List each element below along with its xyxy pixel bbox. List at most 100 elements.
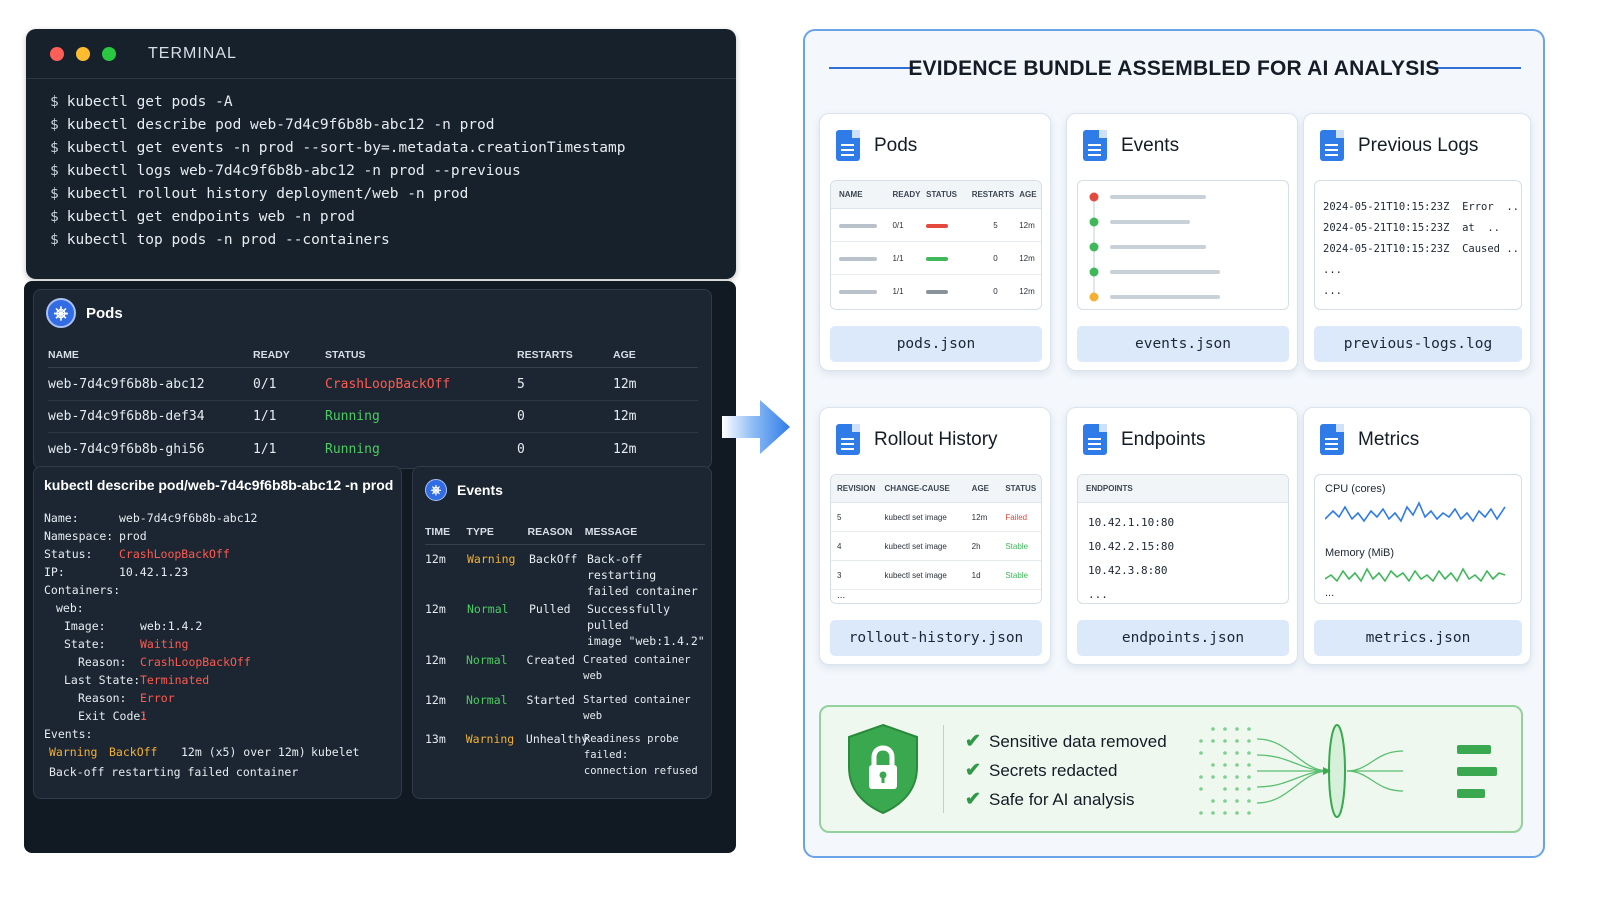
close-window-dot[interactable] <box>50 46 64 61</box>
file-name-rollout[interactable]: rollout-history.json <box>830 620 1042 656</box>
command-line[interactable]: $ kubectl get endpoints web -n prod <box>50 206 736 229</box>
event-time: 12m <box>425 693 446 707</box>
mini-table-row: 5 kubectl set image 12m Failed <box>831 503 1041 532</box>
checkmark-icon: ✔ <box>965 731 981 752</box>
data-particle <box>1247 739 1251 743</box>
column-header: RESTARTS <box>517 348 573 361</box>
flow-arrow-icon <box>722 400 790 454</box>
pod-ready: 1/1 <box>253 409 277 424</box>
event-time: 12m <box>425 552 446 566</box>
event-placeholder-line <box>1110 220 1190 224</box>
data-particle <box>1247 727 1251 731</box>
event-dot <box>1089 217 1099 227</box>
evidence-card-events[interactable]: Events events.json <box>1066 113 1298 371</box>
data-particle <box>1211 799 1215 803</box>
field-value: web:1.4.2 <box>140 619 203 633</box>
field-label: Last State: <box>64 673 141 687</box>
card-header: Events <box>1083 130 1179 161</box>
field-label: Containers: <box>44 583 121 597</box>
file-name-endpoints[interactable]: endpoints.json <box>1077 620 1289 656</box>
events-card-header: ⎈ Events <box>425 479 503 501</box>
data-particle <box>1247 751 1251 755</box>
event-message: Started container web <box>583 694 691 722</box>
command-line[interactable]: $ kubectl get events -n prod --sort-by=.m… <box>50 137 736 160</box>
evidence-card-rollout[interactable]: Rollout History REVISION CHANGE-CAUSE AG… <box>819 407 1051 665</box>
describe-pod-title: kubectl describe pod/web-7d4c9f6b8b-abc1… <box>44 477 394 493</box>
field-value: prod <box>119 529 147 543</box>
pods-card-header: ⎈ Pods <box>46 298 123 328</box>
event-time: 12m <box>425 602 446 616</box>
evidence-card-metrics[interactable]: Metrics CPU (cores) Memory (MiB) ... met… <box>1303 407 1531 665</box>
evidence-card-pods[interactable]: Pods NAME READY STATUS RESTARTS AGE 0/1 … <box>819 113 1051 371</box>
evidence-card-logs[interactable]: Previous Logs 2024-05-21T10:15:23Z Error… <box>1303 113 1531 371</box>
data-particle <box>1235 799 1239 803</box>
event-reason: Started <box>526 693 575 707</box>
field-value: CrashLoopBackOff <box>119 547 230 561</box>
table-row[interactable]: 12m Normal Started Started container web <box>425 692 710 724</box>
table-row[interactable]: 12m Normal Created Created container web <box>425 652 710 684</box>
table-row[interactable]: 12m Normal Pulled Successfully pulled im… <box>425 601 710 649</box>
column-header: MESSAGE <box>584 525 638 538</box>
card-header: Previous Logs <box>1320 130 1478 161</box>
file-name-logs[interactable]: previous-logs.log <box>1314 326 1522 362</box>
document-icon <box>836 424 860 455</box>
terminal-title-bar: TERMINAL <box>26 29 736 79</box>
event-placeholder-line <box>1110 295 1220 299</box>
command-line[interactable]: $ kubectl top pods -n prod --containers <box>50 229 736 252</box>
file-name-events[interactable]: events.json <box>1077 326 1289 362</box>
command-line[interactable]: $ kubectl rollout history deployment/web … <box>50 183 736 206</box>
status-bar <box>926 290 949 294</box>
minimize-window-dot[interactable] <box>76 46 90 61</box>
command-list: $ kubectl get pods -A $ kubectl describe p… <box>26 79 736 252</box>
check-item: ✔ Secrets redacted <box>965 760 1118 781</box>
more-indicator: ... <box>837 590 846 601</box>
event-time: 13m <box>425 732 446 746</box>
field-label: Image: <box>64 619 106 633</box>
command-line[interactable]: $ kubectl get pods -A <box>50 91 736 114</box>
pods-card: ⎈ Pods NAME READY STATUS RESTARTS AGE we… <box>33 289 712 469</box>
mini-table-header: REVISION CHANGE-CAUSE AGE STATUS <box>831 475 1041 503</box>
field-value: web-7d4c9f6b8b-abc12 <box>119 511 258 525</box>
data-particle <box>1235 751 1239 755</box>
divider <box>943 725 944 813</box>
table-row[interactable]: 13m Warning Unhealthy Readiness probe fa… <box>425 731 710 779</box>
field-label: Reason: <box>78 655 127 669</box>
pod-restarts: 5 <box>517 377 525 392</box>
data-particle <box>1235 775 1239 779</box>
field-value: 10.42.1.23 <box>119 565 189 579</box>
security-banner: ✔ Sensitive data removed ✔ Secrets redacte… <box>819 705 1523 833</box>
table-row[interactable]: 12m Warning BackOff Back-off restarting … <box>425 551 710 599</box>
evidence-card-endpoints[interactable]: Endpoints ENDPOINTS 10.42.1.10:80 10.42.… <box>1066 407 1298 665</box>
table-row[interactable]: web-7d4c9f6b8b-def34 1/1 Running 0 12m <box>48 401 698 433</box>
mini-table-row: 1/1 0 12m <box>831 275 1041 308</box>
data-particle <box>1211 775 1215 779</box>
file-name-pods[interactable]: pods.json <box>830 326 1042 362</box>
field-value: Waiting <box>140 637 189 651</box>
document-icon <box>1320 130 1344 161</box>
field-label: Events: <box>44 727 93 741</box>
document-icon <box>1083 130 1107 161</box>
table-row[interactable]: web-7d4c9f6b8b-ghi56 1/1 Running 0 12m <box>48 433 698 465</box>
data-particle <box>1223 739 1227 743</box>
table-row[interactable]: web-7d4c9f6b8b-abc12 0/1 CrashLoopBackOf… <box>48 369 698 401</box>
event-dot <box>1089 292 1099 302</box>
data-particle <box>1211 739 1215 743</box>
command-line[interactable]: $ kubectl describe pod web-7d4c9f6b8b-abc… <box>50 114 736 137</box>
data-particle <box>1235 811 1239 815</box>
event-dot <box>1089 242 1099 252</box>
command-line[interactable]: $ kubectl logs web-7d4c9f6b8b-abc12 -n pr… <box>50 160 736 183</box>
data-particle <box>1223 751 1227 755</box>
column-header: TYPE <box>466 525 494 538</box>
log-line: ... <box>1323 264 1342 276</box>
event-time: 12m <box>425 653 446 667</box>
maximize-window-dot[interactable] <box>102 46 116 61</box>
events-timeline <box>1089 192 1220 302</box>
column-header: NAME <box>48 348 79 361</box>
pods-preview: NAME READY STATUS RESTARTS AGE 0/1 5 12m… <box>830 180 1042 310</box>
file-name-metrics[interactable]: metrics.json <box>1314 620 1522 656</box>
mini-table-row: 4 kubectl set image 2h Stable <box>831 532 1041 561</box>
event-reason: Created <box>526 653 575 667</box>
endpoint-address: 10.42.3.8:80 <box>1088 564 1168 577</box>
data-particle <box>1211 727 1215 731</box>
data-particle <box>1247 763 1251 767</box>
